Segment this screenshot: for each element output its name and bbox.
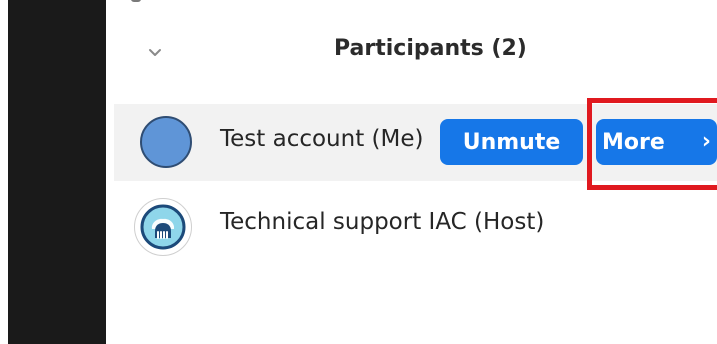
more-button-label: More: [602, 129, 665, 155]
more-button[interactable]: More ›: [596, 119, 717, 165]
panel-title: Participants (2): [334, 36, 527, 61]
left-strip: [0, 0, 8, 344]
chevron-down-icon: [149, 49, 161, 56]
chevron-right-icon: ›: [701, 128, 711, 154]
host-logo-icon: [137, 201, 189, 253]
avatar: [140, 116, 192, 168]
unmute-button[interactable]: Unmute: [440, 119, 583, 165]
collapse-button[interactable]: [146, 43, 164, 61]
participant-name-me: Test account (Me): [220, 126, 424, 152]
participant-name-host: Technical support IAC (Host): [220, 209, 545, 235]
host-avatar-icon: [134, 198, 192, 256]
meeting-sidebar-dark: [8, 0, 106, 344]
unmute-button-label: Unmute: [462, 129, 561, 155]
